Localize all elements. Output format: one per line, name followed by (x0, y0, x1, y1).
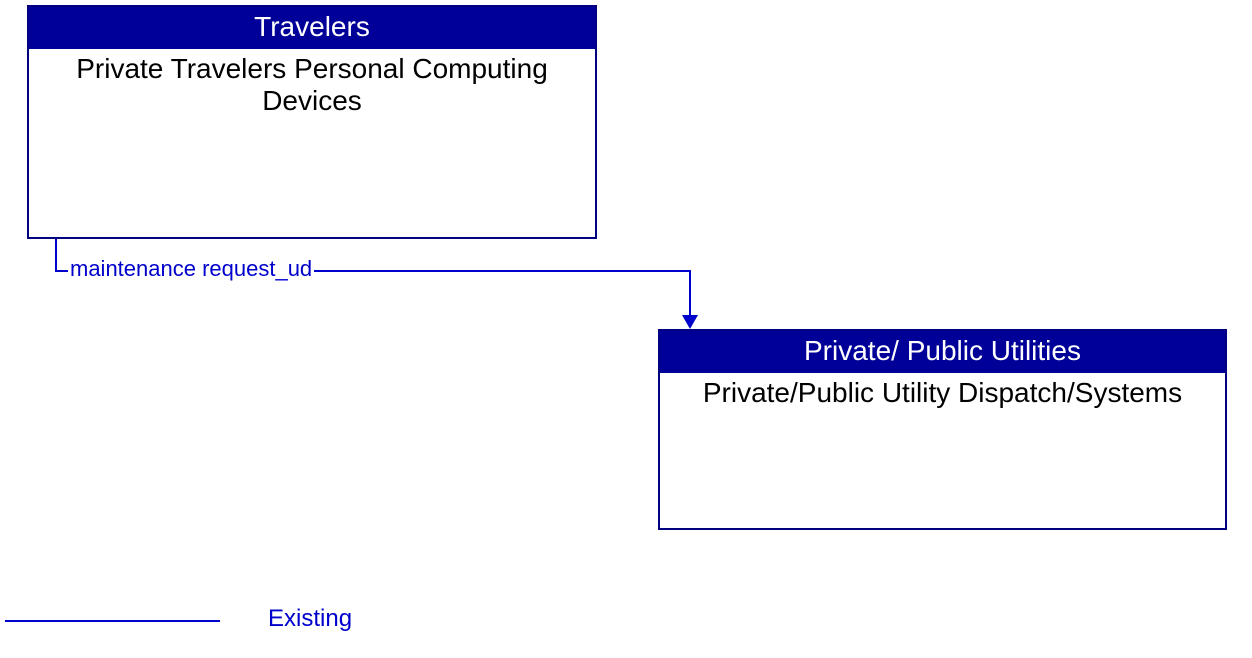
legend-label: Existing (268, 605, 352, 633)
connector-segment-vertical-end (689, 270, 691, 316)
connector-label: maintenance request_ud (68, 256, 314, 282)
entity-utilities-body: Private/Public Utility Dispatch/Systems (660, 373, 1225, 409)
entity-utilities: Private/ Public Utilities Private/Public… (658, 329, 1227, 530)
connector-segment-vertical-start (55, 239, 57, 272)
connector-arrowhead-icon (682, 315, 698, 329)
legend-line (5, 620, 220, 622)
entity-travelers-body: Private Travelers Personal Computing Dev… (29, 49, 595, 117)
entity-travelers: Travelers Private Travelers Personal Com… (27, 5, 597, 239)
entity-travelers-header: Travelers (29, 7, 595, 49)
entity-utilities-header: Private/ Public Utilities (660, 331, 1225, 373)
